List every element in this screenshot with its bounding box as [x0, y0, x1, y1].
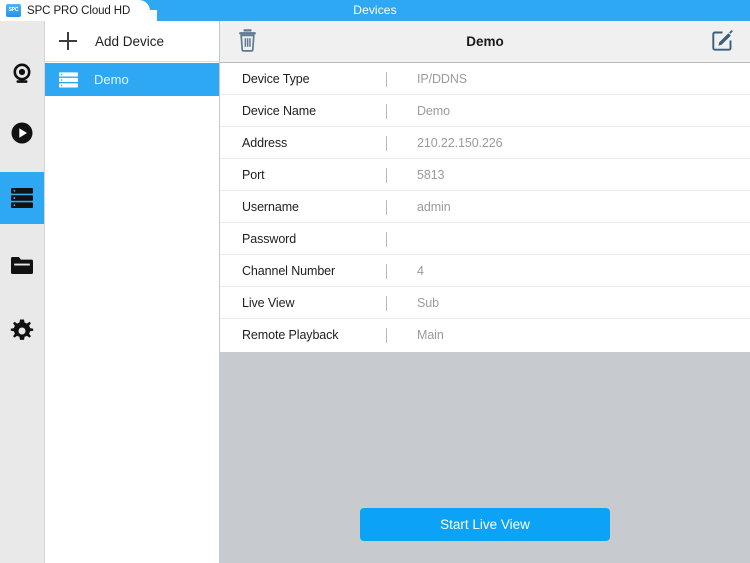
field-separator	[386, 296, 387, 311]
sidebar-item-live-view[interactable]	[0, 48, 44, 100]
edit-device-button[interactable]	[710, 30, 736, 55]
field-label: Password	[242, 232, 296, 246]
field-separator	[386, 200, 387, 215]
field-value: 5813	[417, 168, 444, 182]
device-list-item-label: Demo	[94, 72, 129, 87]
field-value: 4	[417, 264, 424, 278]
app-window: Devices SPC SPC PRO Cloud HD	[0, 0, 750, 563]
field-separator	[386, 232, 387, 247]
add-device-label: Add Device	[95, 34, 164, 49]
field-value: Sub	[417, 296, 439, 310]
form-row-remote-playback[interactable]: Remote Playback Main	[220, 319, 750, 351]
form-row-channel-number[interactable]: Channel Number 4	[220, 255, 750, 287]
sidebar-item-files[interactable]	[0, 239, 44, 291]
cta-container: Start Live View	[220, 504, 750, 544]
folder-icon	[9, 254, 35, 276]
field-label: Username	[242, 200, 299, 214]
delete-device-button[interactable]	[234, 30, 260, 55]
browser-tab-title: SPC PRO Cloud HD	[27, 5, 130, 17]
field-label: Port	[242, 168, 265, 182]
device-detail-panel: Demo	[220, 21, 750, 563]
field-separator	[386, 72, 387, 87]
gear-icon	[9, 318, 35, 344]
device-settings-form: Device Type IP/DDNS Device Name Demo Add…	[220, 63, 750, 352]
field-label: Address	[242, 136, 287, 150]
plus-icon	[57, 30, 79, 52]
form-row-address[interactable]: Address 210.22.150.226	[220, 127, 750, 159]
field-label: Device Type	[242, 72, 309, 86]
form-row-device-name[interactable]: Device Name Demo	[220, 95, 750, 127]
field-label: Remote Playback	[242, 328, 338, 342]
start-live-view-button[interactable]: Start Live View	[360, 508, 610, 541]
device-list-panel: Add Device Demo	[45, 21, 220, 563]
edit-pencil-icon	[711, 28, 735, 57]
device-list-icon	[9, 186, 35, 210]
field-value: Main	[417, 328, 444, 342]
field-value: admin	[417, 200, 451, 214]
form-row-device-type[interactable]: Device Type IP/DDNS	[220, 63, 750, 95]
play-circle-icon	[9, 120, 35, 146]
browser-tab[interactable]: SPC SPC PRO Cloud HD	[0, 0, 150, 21]
field-separator	[386, 264, 387, 279]
camera-icon	[9, 61, 35, 87]
detail-title: Demo	[220, 21, 750, 63]
form-row-password[interactable]: Password	[220, 223, 750, 255]
form-row-username[interactable]: Username admin	[220, 191, 750, 223]
sidebar-rail	[0, 21, 45, 563]
sidebar-item-settings[interactable]	[0, 305, 44, 357]
field-separator	[386, 328, 387, 343]
add-device-button[interactable]: Add Device	[45, 21, 219, 62]
browser-top-bar: Devices SPC SPC PRO Cloud HD	[0, 0, 750, 21]
field-value: IP/DDNS	[417, 72, 467, 86]
trash-icon	[237, 28, 258, 57]
form-row-port[interactable]: Port 5813	[220, 159, 750, 191]
field-value: 210.22.150.226	[417, 136, 503, 150]
sidebar-item-playback[interactable]	[0, 107, 44, 159]
form-row-live-view[interactable]: Live View Sub	[220, 287, 750, 319]
field-label: Device Name	[242, 104, 316, 118]
field-separator	[386, 168, 387, 183]
app-logo-text: SPC	[9, 8, 19, 13]
app-logo-icon: SPC	[6, 4, 21, 17]
field-separator	[386, 136, 387, 151]
sidebar-item-devices[interactable]	[0, 172, 44, 224]
detail-header: Demo	[220, 21, 750, 63]
device-list-item-demo[interactable]: Demo	[45, 63, 219, 96]
field-separator	[386, 104, 387, 119]
field-label: Live View	[242, 296, 294, 310]
field-value: Demo	[417, 104, 450, 118]
field-label: Channel Number	[242, 264, 335, 278]
device-list-icon	[59, 72, 78, 88]
